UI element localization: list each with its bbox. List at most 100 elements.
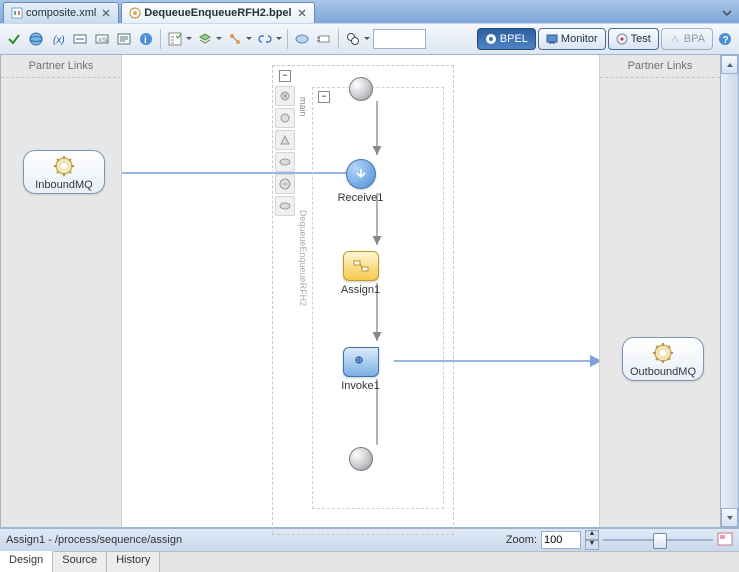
info-icon[interactable]: i (136, 29, 156, 49)
tab-design[interactable]: Design (0, 551, 53, 572)
mode-label: Monitor (561, 33, 598, 45)
palette-item[interactable] (275, 108, 295, 128)
chevron-down-icon[interactable] (275, 29, 283, 49)
process-label: DequeueEnqueueRFH2 (298, 210, 310, 306)
scroll-track[interactable] (721, 74, 738, 508)
mode-bpel-button[interactable]: BPEL (477, 28, 536, 50)
mode-label: BPEL (500, 33, 528, 45)
connect-icon[interactable] (225, 29, 245, 49)
right-partner-lane: Partner Links OutboundMQ (599, 55, 720, 527)
activity-label: Assign1 (321, 284, 401, 296)
variable-icon[interactable]: (x) (48, 29, 68, 49)
close-icon[interactable] (100, 7, 112, 19)
end-terminator[interactable] (349, 447, 373, 471)
mode-bpa-button: BPA (661, 28, 713, 50)
tab-source[interactable]: Source (53, 552, 107, 572)
selection-path: Assign1 - /process/sequence/assign (6, 534, 182, 546)
partner-outbound-node[interactable]: OutboundMQ (622, 337, 704, 381)
activity-assign[interactable]: Assign1 (321, 251, 401, 296)
zoom-input[interactable] (541, 531, 581, 549)
chevron-down-icon[interactable] (185, 29, 193, 49)
chevron-down-icon[interactable] (363, 29, 371, 49)
xml-file-icon (10, 6, 24, 20)
validate-icon[interactable] (4, 29, 24, 49)
svg-text:(x): (x) (53, 35, 65, 46)
tab-history[interactable]: History (107, 552, 160, 572)
activity-invoke[interactable]: Invoke1 (321, 347, 401, 392)
zoom-slider[interactable] (603, 533, 713, 547)
separator (287, 29, 288, 49)
receive-icon (346, 159, 376, 189)
activity-label: Receive1 (321, 192, 401, 204)
test-mode-icon (616, 33, 628, 45)
monitor-mode-icon (546, 33, 558, 45)
zoom-slider-thumb[interactable] (653, 533, 667, 549)
namespace-icon[interactable] (114, 29, 134, 49)
zoom-label: Zoom: (506, 534, 537, 546)
invoke-icon (343, 347, 379, 377)
close-icon[interactable] (296, 7, 308, 19)
world-icon[interactable] (26, 29, 46, 49)
assign-icon (343, 251, 379, 281)
tab-list-dropdown-icon[interactable] (719, 5, 735, 21)
design-canvas: Partner Links InboundMQ (0, 55, 739, 528)
left-partner-lane: Partner Links InboundMQ (1, 55, 122, 527)
zoom-step-down[interactable]: ▼ (585, 540, 599, 550)
link-icon[interactable] (255, 29, 275, 49)
overview-icon[interactable] (717, 532, 733, 549)
chevron-down-icon[interactable] (245, 29, 253, 49)
start-terminator[interactable] (349, 77, 373, 101)
mode-label: BPA (684, 33, 705, 45)
scroll-up-button[interactable] (721, 55, 738, 74)
checklist-icon[interactable] (165, 29, 185, 49)
editor-view-tabs: Design Source History (0, 551, 739, 572)
component-icon[interactable] (314, 29, 334, 49)
palette-item[interactable] (275, 174, 295, 194)
find-icon[interactable] (343, 29, 363, 49)
mode-test-button[interactable]: Test (608, 28, 659, 50)
editor-tabs-bar: composite.xml DequeueEnqueueRFH2.bpel (0, 0, 739, 23)
mode-label: Test (631, 33, 651, 45)
flow-canvas[interactable]: − main DequeueEnqueueRFH2 − Receive1 (122, 55, 599, 527)
help-icon[interactable]: ? (715, 29, 735, 49)
chevron-down-icon[interactable] (215, 29, 223, 49)
scroll-down-button[interactable] (721, 508, 738, 527)
main-label: main (298, 97, 310, 117)
collapse-toggle[interactable]: − (318, 91, 330, 103)
editor-tab-composite[interactable]: composite.xml (3, 2, 119, 23)
gear-icon (53, 155, 75, 177)
gear-icon (652, 342, 674, 364)
svg-text:XSL: XSL (98, 38, 109, 44)
palette-item[interactable] (275, 130, 295, 150)
partner-label: InboundMQ (35, 179, 92, 191)
xpath-icon[interactable] (70, 29, 90, 49)
mode-monitor-button[interactable]: Monitor (538, 28, 606, 50)
zoom-step-up[interactable]: ▲ (585, 530, 599, 540)
toolbar: (x) XSL i BPEL Monitor Test (0, 23, 739, 55)
svg-text:?: ? (723, 35, 729, 46)
lane-title: Partner Links (600, 55, 720, 78)
activity-label: Invoke1 (321, 380, 401, 392)
separator (160, 29, 161, 49)
collapse-toggle[interactable]: − (279, 70, 291, 82)
partner-inbound-node[interactable]: InboundMQ (23, 150, 105, 194)
separator (338, 29, 339, 49)
svg-text:i: i (144, 35, 147, 46)
editor-tab-bpel[interactable]: DequeueEnqueueRFH2.bpel (121, 2, 314, 23)
palette-ellipse-icon[interactable] (292, 29, 312, 49)
search-input[interactable] (373, 29, 426, 49)
layers-icon[interactable] (195, 29, 215, 49)
xslt-icon[interactable]: XSL (92, 29, 112, 49)
palette-item[interactable] (275, 86, 295, 106)
palette-item[interactable] (275, 196, 295, 216)
activity-receive[interactable]: Receive1 (321, 159, 401, 204)
editor-tab-label: DequeueEnqueueRFH2.bpel (144, 7, 291, 19)
vertical-scrollbar[interactable] (720, 55, 738, 527)
bpel-file-icon (128, 6, 142, 20)
flow-sequence (312, 87, 444, 509)
editor-tab-label: composite.xml (26, 7, 96, 19)
bpa-mode-icon (669, 33, 681, 45)
partner-label: OutboundMQ (630, 366, 696, 378)
palette-item[interactable] (275, 152, 295, 172)
lane-title: Partner Links (1, 55, 121, 78)
